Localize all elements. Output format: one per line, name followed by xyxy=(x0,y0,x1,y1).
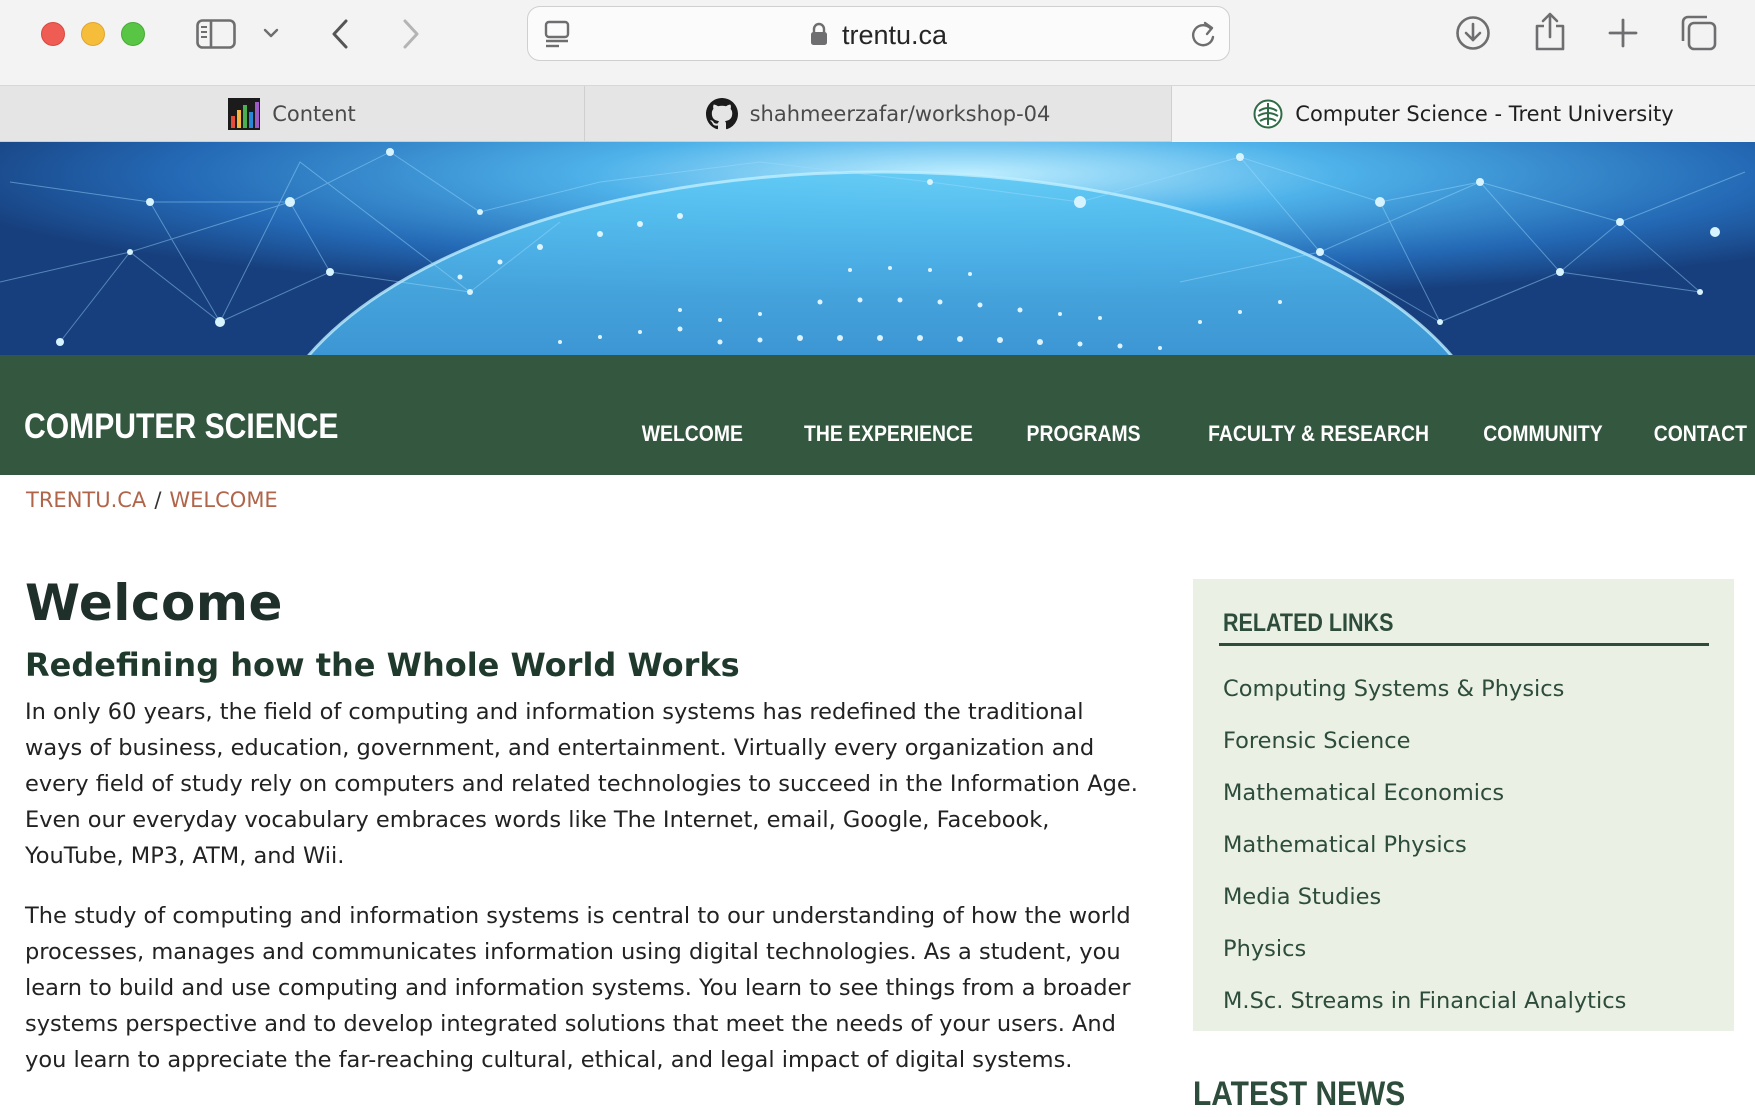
url-display: trentu.ca xyxy=(528,20,1229,53)
github-favicon xyxy=(705,98,738,130)
back-arrow-icon[interactable] xyxy=(325,16,355,52)
page-title: Welcome xyxy=(25,574,283,632)
browser-toolbar: trentu.ca xyxy=(0,0,1755,86)
site-header: COMPUTER SCIENCE WELCOME THE EXPERIENCE … xyxy=(0,355,1755,475)
nav-the-experience[interactable]: THE EXPERIENCE xyxy=(804,421,973,447)
link-physics[interactable]: Physics xyxy=(1223,936,1306,962)
list-item: Mathematical Economics xyxy=(1223,767,1626,819)
minimize-window-button[interactable] xyxy=(81,22,105,46)
page-subtitle: Redefining how the Whole World Works xyxy=(25,646,740,684)
tab-github[interactable]: shahmeerzafar/workshop-04 xyxy=(585,86,1172,142)
tab-trent[interactable]: Computer Science - Trent University xyxy=(1172,86,1755,142)
site-title[interactable]: COMPUTER SCIENCE xyxy=(24,407,338,447)
forward-arrow-icon[interactable] xyxy=(396,16,426,52)
tab-label: shahmeerzafar/workshop-04 xyxy=(749,102,1051,126)
zoom-window-button[interactable] xyxy=(121,22,145,46)
address-bar[interactable]: trentu.ca xyxy=(527,6,1230,61)
main-content: Welcome Redefining how the Whole World W… xyxy=(25,574,1145,1078)
share-icon[interactable] xyxy=(1530,10,1570,54)
breadcrumb: TRENTU.CA / WELCOME xyxy=(26,488,278,512)
link-mathematical-physics[interactable]: Mathematical Physics xyxy=(1223,832,1467,858)
url-text: trentu.ca xyxy=(841,20,948,50)
main-nav: WELCOME THE EXPERIENCE PROGRAMS FACULTY … xyxy=(590,421,1747,447)
hero-banner xyxy=(0,142,1755,355)
related-links-panel: RELATED LINKS Computing Systems & Physic… xyxy=(1193,579,1734,1031)
tab-overview-icon[interactable] xyxy=(1678,13,1720,53)
bar-chart-favicon xyxy=(228,98,261,130)
link-financial-analytics[interactable]: M.Sc. Streams in Financial Analytics xyxy=(1223,988,1626,1014)
tab-content[interactable]: Content xyxy=(0,86,585,142)
chevron-down-icon[interactable] xyxy=(260,22,282,44)
list-item: M.Sc. Streams in Financial Analytics xyxy=(1223,975,1626,1027)
intro-paragraph: In only 60 years, the field of computing… xyxy=(25,699,1138,869)
nav-contact[interactable]: CONTACT xyxy=(1654,421,1747,447)
list-item: Forensic Science xyxy=(1223,715,1626,767)
nav-welcome[interactable]: WELCOME xyxy=(642,421,743,447)
reload-icon[interactable] xyxy=(1188,19,1218,49)
breadcrumb-separator: / xyxy=(154,488,162,512)
link-media-studies[interactable]: Media Studies xyxy=(1223,884,1381,910)
nav-programs[interactable]: PROGRAMS xyxy=(1026,421,1140,447)
trent-favicon xyxy=(1253,99,1283,129)
sidebar-toggle-icon[interactable] xyxy=(195,17,237,51)
tab-label: Content xyxy=(272,102,356,126)
list-item: Media Studies xyxy=(1223,871,1626,923)
lock-icon xyxy=(810,22,828,53)
breadcrumb-current[interactable]: WELCOME xyxy=(169,488,277,512)
list-item: Mathematical Physics xyxy=(1223,819,1626,871)
list-item: Computing Systems & Physics xyxy=(1223,663,1626,715)
latest-news-heading: LATEST NEWS xyxy=(1193,1075,1406,1113)
tab-bar: Content shahmeerzafar/workshop-04 Comput… xyxy=(0,86,1755,142)
breadcrumb-home[interactable]: TRENTU.CA xyxy=(26,488,146,512)
related-links-title: RELATED LINKS xyxy=(1223,609,1394,637)
nav-community[interactable]: COMMUNITY xyxy=(1484,421,1603,447)
web-page: COMPUTER SCIENCE WELCOME THE EXPERIENCE … xyxy=(0,142,1755,1117)
link-mathematical-economics[interactable]: Mathematical Economics xyxy=(1223,780,1504,806)
related-links-list: Computing Systems & Physics Forensic Sci… xyxy=(1223,663,1626,1027)
tab-label: Computer Science - Trent University xyxy=(1295,102,1674,126)
plus-icon[interactable] xyxy=(1605,15,1641,51)
body-paragraph: The study of computing and information s… xyxy=(25,903,1131,1073)
list-item: Physics xyxy=(1223,923,1626,975)
close-window-button[interactable] xyxy=(41,22,65,46)
link-computing-systems-physics[interactable]: Computing Systems & Physics xyxy=(1223,676,1564,702)
download-icon[interactable] xyxy=(1453,13,1493,53)
nav-faculty-research[interactable]: FACULTY & RESEARCH xyxy=(1209,421,1430,447)
related-links-divider xyxy=(1219,643,1709,646)
link-forensic-science[interactable]: Forensic Science xyxy=(1223,728,1410,754)
